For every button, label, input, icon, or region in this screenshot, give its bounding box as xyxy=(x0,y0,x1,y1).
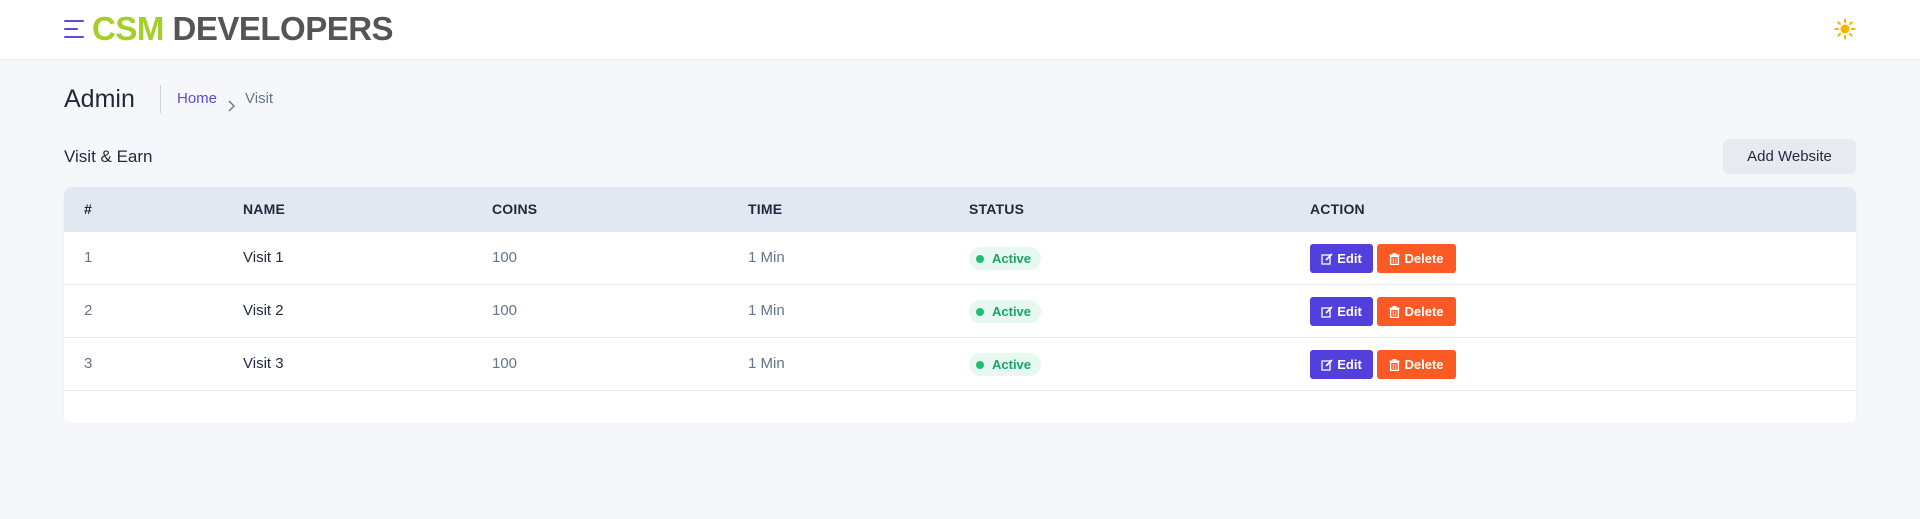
row-name: Visit 1 xyxy=(243,249,284,266)
column-header-coins: COINS xyxy=(492,201,538,217)
row-coins: 100 xyxy=(492,302,518,319)
row-number: 2 xyxy=(84,302,93,319)
status-dot-icon xyxy=(976,254,984,263)
trash-icon xyxy=(1389,358,1400,371)
brand-logo[interactable]: CSM DEVELOPERS xyxy=(92,9,394,49)
table-header: # NAME COINS TIME STATUS ACTION xyxy=(64,187,1856,232)
edit-button[interactable]: Edit xyxy=(1310,297,1373,326)
status-label: Active xyxy=(992,304,1032,319)
section-title: Visit & Earn xyxy=(64,147,153,166)
sun-icon[interactable] xyxy=(1834,18,1856,40)
column-header-status: STATUS xyxy=(969,201,1025,217)
trash-icon xyxy=(1389,252,1400,265)
column-header-action: ACTION xyxy=(1310,201,1365,217)
delete-button[interactable]: Delete xyxy=(1377,244,1456,273)
status-dot-icon xyxy=(976,307,984,316)
chevron-right-icon xyxy=(217,92,245,112)
edit-label: Edit xyxy=(1337,304,1362,319)
row-name: Visit 3 xyxy=(243,355,284,372)
add-website-button[interactable]: Add Website xyxy=(1723,139,1856,174)
table-row: 3 Visit 3 100 1 Min Active Edit Delete xyxy=(64,338,1856,391)
delete-label: Delete xyxy=(1404,304,1444,319)
column-header-number: # xyxy=(84,201,92,217)
delete-button[interactable]: Delete xyxy=(1377,297,1456,326)
edit-label: Edit xyxy=(1337,251,1362,266)
brand-part1: CSM xyxy=(92,10,164,47)
edit-label: Edit xyxy=(1337,357,1362,372)
page-title: Admin xyxy=(64,85,135,113)
row-time: 1 Min xyxy=(748,302,785,319)
edit-icon xyxy=(1321,252,1333,265)
edit-button[interactable]: Edit xyxy=(1310,244,1373,273)
breadcrumb-home-link[interactable]: Home xyxy=(177,82,217,116)
column-header-name: NAME xyxy=(243,201,286,217)
breadcrumb: Home Visit xyxy=(177,82,273,116)
delete-label: Delete xyxy=(1404,251,1444,266)
hamburger-menu-icon[interactable] xyxy=(64,19,86,39)
trash-icon xyxy=(1389,305,1400,318)
delete-button[interactable]: Delete xyxy=(1377,350,1456,379)
brand-part2: DEVELOPERS xyxy=(172,10,394,47)
delete-label: Delete xyxy=(1404,357,1444,372)
row-name: Visit 2 xyxy=(243,302,284,319)
status-label: Active xyxy=(992,251,1032,266)
row-number: 1 xyxy=(84,249,93,266)
table-row: 2 Visit 2 100 1 Min Active Edit Delete xyxy=(64,285,1856,338)
edit-button[interactable]: Edit xyxy=(1310,350,1373,379)
status-dot-icon xyxy=(976,360,984,369)
row-coins: 100 xyxy=(492,249,518,266)
status-badge: Active xyxy=(969,247,1042,270)
edit-icon xyxy=(1321,305,1333,318)
top-navbar: CSM DEVELOPERS xyxy=(0,0,1920,60)
edit-icon xyxy=(1321,358,1333,371)
visits-table: # NAME COINS TIME STATUS ACTION 1 Visit … xyxy=(64,187,1856,423)
table-row: 1 Visit 1 100 1 Min Active Edit Delete xyxy=(64,232,1856,285)
header-divider xyxy=(160,85,161,113)
status-badge: Active xyxy=(969,300,1042,323)
row-time: 1 Min xyxy=(748,249,785,266)
breadcrumb-current: Visit xyxy=(245,90,274,107)
column-header-time: TIME xyxy=(748,201,783,217)
row-time: 1 Min xyxy=(748,355,785,372)
row-number: 3 xyxy=(84,355,93,372)
row-coins: 100 xyxy=(492,355,518,372)
status-badge: Active xyxy=(969,353,1042,376)
status-label: Active xyxy=(992,357,1032,372)
